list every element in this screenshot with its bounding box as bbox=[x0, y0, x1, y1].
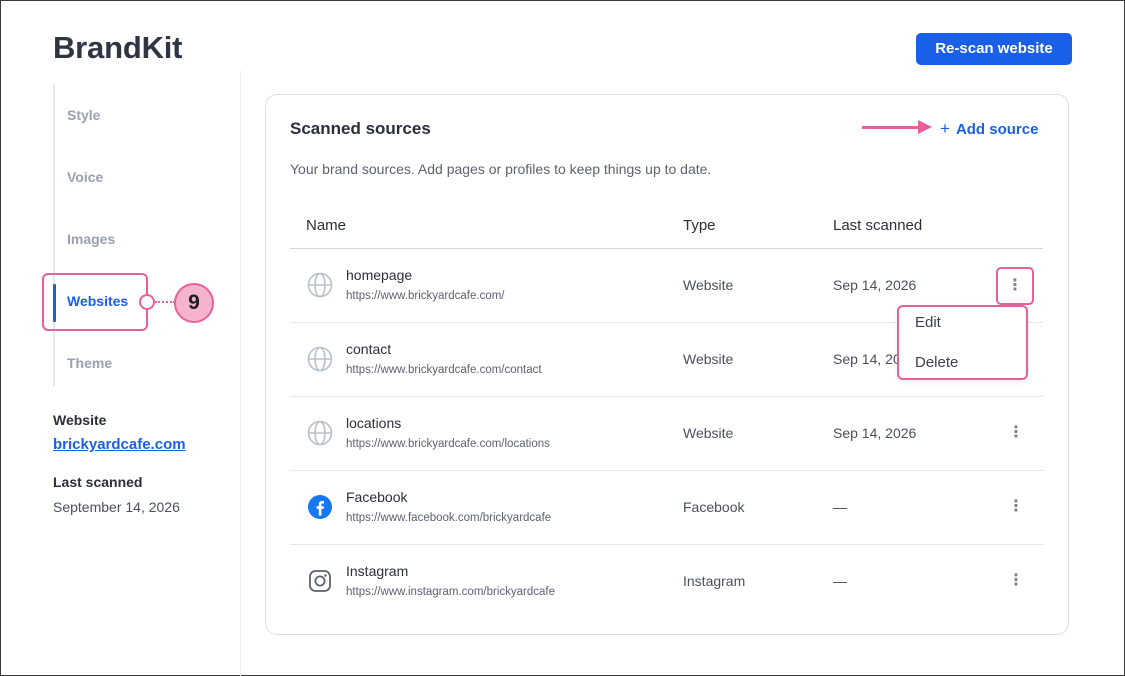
card-title: Scanned sources bbox=[290, 119, 431, 138]
globe-icon bbox=[307, 420, 333, 446]
column-header-last-scanned: Last scanned bbox=[833, 217, 923, 234]
row-last-scanned: Sep 14, 2026 bbox=[833, 277, 917, 293]
rescan-website-button[interactable]: Re-scan website bbox=[916, 33, 1072, 65]
sidebar-item-voice[interactable]: Voice bbox=[67, 169, 103, 185]
sidebar-divider bbox=[240, 70, 241, 676]
callout-arrow-head bbox=[918, 120, 932, 134]
row-url: https://www.brickyardcafe.com/locations bbox=[346, 438, 550, 450]
menu-item-delete[interactable]: Delete bbox=[915, 354, 958, 371]
row-divider bbox=[290, 470, 1043, 471]
row-last-scanned: — bbox=[833, 499, 847, 515]
row-url: https://www.brickyardcafe.com/contact bbox=[346, 364, 542, 376]
last-scanned-label: Last scanned bbox=[53, 474, 143, 490]
instagram-icon bbox=[307, 568, 333, 594]
sidebar-item-theme[interactable]: Theme bbox=[67, 355, 112, 371]
menu-item-edit[interactable]: Edit bbox=[915, 314, 941, 331]
row-url: https://www.brickyardcafe.com/ bbox=[346, 290, 505, 302]
website-label: Website bbox=[53, 412, 107, 428]
app-title: BrandKit bbox=[53, 30, 183, 65]
plus-icon: + bbox=[940, 119, 950, 138]
last-scanned-value: September 14, 2026 bbox=[53, 499, 180, 515]
row-name[interactable]: homepage bbox=[346, 267, 412, 283]
row-divider bbox=[290, 544, 1043, 545]
callout-arrow-line bbox=[862, 126, 924, 129]
row-type: Website bbox=[683, 351, 734, 367]
row-type: Website bbox=[683, 425, 734, 441]
row-name[interactable]: Instagram bbox=[346, 563, 408, 579]
website-link[interactable]: brickyardcafe.com bbox=[53, 436, 186, 453]
row-url: https://www.instagram.com/brickyardcafe bbox=[346, 586, 555, 598]
table-header-divider bbox=[290, 248, 1043, 249]
row-type: Facebook bbox=[683, 499, 745, 515]
row-url: https://www.facebook.com/brickyardcafe bbox=[346, 512, 552, 524]
globe-icon bbox=[307, 272, 333, 298]
row-more-button-highlighted[interactable]: ⋮ bbox=[996, 267, 1034, 305]
row-name[interactable]: Facebook bbox=[346, 489, 407, 505]
row-last-scanned: Sep 14, 2026 bbox=[833, 425, 917, 441]
more-vertical-icon: ⋮ bbox=[1007, 277, 1023, 294]
callout-step-badge: 9 bbox=[174, 283, 214, 323]
column-header-type: Type bbox=[683, 217, 716, 234]
callout-connector-dot bbox=[139, 294, 155, 310]
row-divider bbox=[290, 396, 1043, 397]
add-source-button[interactable]: + Add source bbox=[940, 119, 1038, 139]
card-description: Your brand sources. Add pages or profile… bbox=[290, 161, 712, 177]
row-more-icon[interactable]: ⋮ bbox=[1008, 424, 1024, 442]
sidebar-nav-track bbox=[53, 84, 55, 386]
sidebar-item-images[interactable]: Images bbox=[67, 231, 115, 247]
row-name[interactable]: contact bbox=[346, 341, 391, 357]
row-type: Instagram bbox=[683, 573, 746, 589]
add-source-label: Add source bbox=[955, 121, 1039, 138]
row-more-icon[interactable]: ⋮ bbox=[1008, 498, 1024, 516]
column-header-name: Name bbox=[306, 217, 347, 234]
row-action-menu: Edit Delete bbox=[897, 305, 1028, 380]
facebook-icon bbox=[307, 494, 333, 520]
row-name[interactable]: locations bbox=[346, 415, 401, 431]
websites-highlight-box bbox=[42, 273, 148, 331]
callout-connector-line bbox=[155, 301, 175, 303]
row-last-scanned: — bbox=[833, 573, 847, 589]
row-type: Website bbox=[683, 277, 734, 293]
sidebar-item-style[interactable]: Style bbox=[67, 107, 100, 123]
row-more-icon[interactable]: ⋮ bbox=[1008, 572, 1024, 590]
globe-icon bbox=[307, 346, 333, 372]
